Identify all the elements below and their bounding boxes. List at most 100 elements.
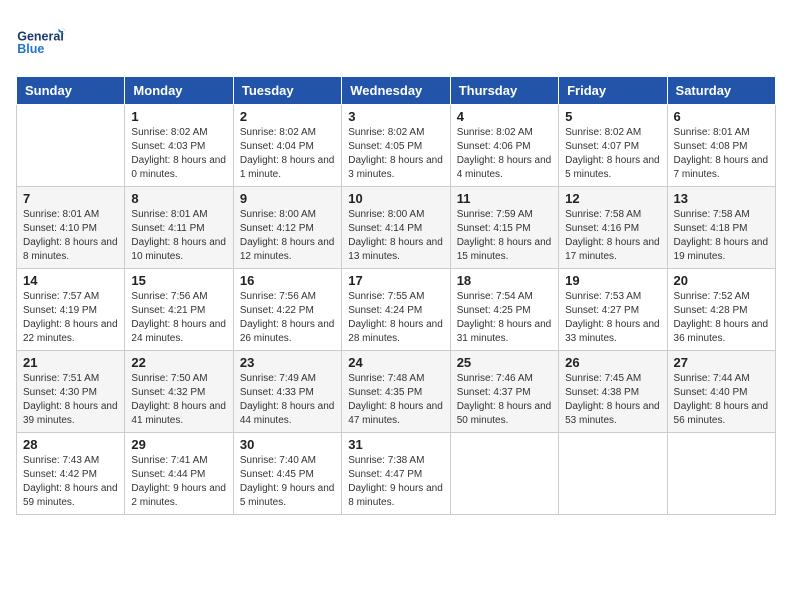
day-number: 28 bbox=[23, 437, 118, 452]
calendar-cell: 31 Sunrise: 7:38 AMSunset: 4:47 PMDaylig… bbox=[342, 433, 450, 515]
day-number: 23 bbox=[240, 355, 335, 370]
calendar-cell: 26 Sunrise: 7:45 AMSunset: 4:38 PMDaylig… bbox=[559, 351, 667, 433]
day-info: Sunrise: 7:52 AMSunset: 4:28 PMDaylight:… bbox=[674, 290, 769, 346]
weekday-header-wednesday: Wednesday bbox=[342, 77, 450, 105]
calendar-cell: 15 Sunrise: 7:56 AMSunset: 4:21 PMDaylig… bbox=[125, 269, 233, 351]
weekday-header-row: SundayMondayTuesdayWednesdayThursdayFrid… bbox=[17, 77, 776, 105]
week-row-4: 21 Sunrise: 7:51 AMSunset: 4:30 PMDaylig… bbox=[17, 351, 776, 433]
calendar-cell: 1 Sunrise: 8:02 AMSunset: 4:03 PMDayligh… bbox=[125, 105, 233, 187]
calendar-cell: 19 Sunrise: 7:53 AMSunset: 4:27 PMDaylig… bbox=[559, 269, 667, 351]
calendar-cell: 3 Sunrise: 8:02 AMSunset: 4:05 PMDayligh… bbox=[342, 105, 450, 187]
day-info: Sunrise: 7:58 AMSunset: 4:18 PMDaylight:… bbox=[674, 208, 769, 264]
day-number: 11 bbox=[457, 191, 552, 206]
day-info: Sunrise: 7:56 AMSunset: 4:21 PMDaylight:… bbox=[131, 290, 226, 346]
day-info: Sunrise: 8:02 AMSunset: 4:06 PMDaylight:… bbox=[457, 126, 552, 182]
day-number: 1 bbox=[131, 109, 226, 124]
day-info: Sunrise: 7:51 AMSunset: 4:30 PMDaylight:… bbox=[23, 372, 118, 428]
calendar-cell: 29 Sunrise: 7:41 AMSunset: 4:44 PMDaylig… bbox=[125, 433, 233, 515]
day-number: 18 bbox=[457, 273, 552, 288]
calendar-cell: 27 Sunrise: 7:44 AMSunset: 4:40 PMDaylig… bbox=[667, 351, 775, 433]
calendar-cell: 17 Sunrise: 7:55 AMSunset: 4:24 PMDaylig… bbox=[342, 269, 450, 351]
day-number: 15 bbox=[131, 273, 226, 288]
calendar-cell: 25 Sunrise: 7:46 AMSunset: 4:37 PMDaylig… bbox=[450, 351, 558, 433]
day-number: 25 bbox=[457, 355, 552, 370]
day-number: 9 bbox=[240, 191, 335, 206]
day-number: 10 bbox=[348, 191, 443, 206]
day-number: 17 bbox=[348, 273, 443, 288]
calendar-cell: 24 Sunrise: 7:48 AMSunset: 4:35 PMDaylig… bbox=[342, 351, 450, 433]
day-number: 29 bbox=[131, 437, 226, 452]
calendar-cell: 9 Sunrise: 8:00 AMSunset: 4:12 PMDayligh… bbox=[233, 187, 341, 269]
day-info: Sunrise: 7:55 AMSunset: 4:24 PMDaylight:… bbox=[348, 290, 443, 346]
weekday-header-tuesday: Tuesday bbox=[233, 77, 341, 105]
day-number: 16 bbox=[240, 273, 335, 288]
day-number: 6 bbox=[674, 109, 769, 124]
week-row-2: 7 Sunrise: 8:01 AMSunset: 4:10 PMDayligh… bbox=[17, 187, 776, 269]
svg-text:Blue: Blue bbox=[17, 42, 44, 56]
calendar-cell: 14 Sunrise: 7:57 AMSunset: 4:19 PMDaylig… bbox=[17, 269, 125, 351]
calendar-cell: 18 Sunrise: 7:54 AMSunset: 4:25 PMDaylig… bbox=[450, 269, 558, 351]
day-number: 19 bbox=[565, 273, 660, 288]
weekday-header-sunday: Sunday bbox=[17, 77, 125, 105]
day-number: 27 bbox=[674, 355, 769, 370]
day-info: Sunrise: 7:40 AMSunset: 4:45 PMDaylight:… bbox=[240, 454, 335, 510]
day-number: 30 bbox=[240, 437, 335, 452]
weekday-header-friday: Friday bbox=[559, 77, 667, 105]
day-number: 22 bbox=[131, 355, 226, 370]
week-row-5: 28 Sunrise: 7:43 AMSunset: 4:42 PMDaylig… bbox=[17, 433, 776, 515]
calendar-cell: 16 Sunrise: 7:56 AMSunset: 4:22 PMDaylig… bbox=[233, 269, 341, 351]
day-info: Sunrise: 7:53 AMSunset: 4:27 PMDaylight:… bbox=[565, 290, 660, 346]
calendar-cell bbox=[667, 433, 775, 515]
calendar-cell: 2 Sunrise: 8:02 AMSunset: 4:04 PMDayligh… bbox=[233, 105, 341, 187]
calendar-cell: 20 Sunrise: 7:52 AMSunset: 4:28 PMDaylig… bbox=[667, 269, 775, 351]
day-info: Sunrise: 8:02 AMSunset: 4:03 PMDaylight:… bbox=[131, 126, 226, 182]
calendar-cell: 4 Sunrise: 8:02 AMSunset: 4:06 PMDayligh… bbox=[450, 105, 558, 187]
calendar-cell: 7 Sunrise: 8:01 AMSunset: 4:10 PMDayligh… bbox=[17, 187, 125, 269]
day-number: 13 bbox=[674, 191, 769, 206]
day-info: Sunrise: 7:49 AMSunset: 4:33 PMDaylight:… bbox=[240, 372, 335, 428]
day-info: Sunrise: 8:02 AMSunset: 4:05 PMDaylight:… bbox=[348, 126, 443, 182]
calendar-cell: 10 Sunrise: 8:00 AMSunset: 4:14 PMDaylig… bbox=[342, 187, 450, 269]
day-number: 20 bbox=[674, 273, 769, 288]
day-number: 2 bbox=[240, 109, 335, 124]
calendar-cell bbox=[17, 105, 125, 187]
calendar-cell: 12 Sunrise: 7:58 AMSunset: 4:16 PMDaylig… bbox=[559, 187, 667, 269]
day-number: 12 bbox=[565, 191, 660, 206]
day-info: Sunrise: 8:00 AMSunset: 4:14 PMDaylight:… bbox=[348, 208, 443, 264]
day-number: 21 bbox=[23, 355, 118, 370]
calendar-cell bbox=[559, 433, 667, 515]
day-number: 14 bbox=[23, 273, 118, 288]
day-info: Sunrise: 8:02 AMSunset: 4:07 PMDaylight:… bbox=[565, 126, 660, 182]
calendar-cell: 23 Sunrise: 7:49 AMSunset: 4:33 PMDaylig… bbox=[233, 351, 341, 433]
day-info: Sunrise: 7:56 AMSunset: 4:22 PMDaylight:… bbox=[240, 290, 335, 346]
day-number: 4 bbox=[457, 109, 552, 124]
day-info: Sunrise: 8:01 AMSunset: 4:08 PMDaylight:… bbox=[674, 126, 769, 182]
day-info: Sunrise: 8:00 AMSunset: 4:12 PMDaylight:… bbox=[240, 208, 335, 264]
calendar-cell: 21 Sunrise: 7:51 AMSunset: 4:30 PMDaylig… bbox=[17, 351, 125, 433]
day-info: Sunrise: 8:01 AMSunset: 4:11 PMDaylight:… bbox=[131, 208, 226, 264]
day-info: Sunrise: 7:48 AMSunset: 4:35 PMDaylight:… bbox=[348, 372, 443, 428]
week-row-1: 1 Sunrise: 8:02 AMSunset: 4:03 PMDayligh… bbox=[17, 105, 776, 187]
logo: General Blue bbox=[16, 16, 66, 66]
day-number: 7 bbox=[23, 191, 118, 206]
week-row-3: 14 Sunrise: 7:57 AMSunset: 4:19 PMDaylig… bbox=[17, 269, 776, 351]
day-number: 31 bbox=[348, 437, 443, 452]
day-info: Sunrise: 7:57 AMSunset: 4:19 PMDaylight:… bbox=[23, 290, 118, 346]
day-info: Sunrise: 7:59 AMSunset: 4:15 PMDaylight:… bbox=[457, 208, 552, 264]
header: General Blue bbox=[16, 16, 776, 66]
day-info: Sunrise: 7:41 AMSunset: 4:44 PMDaylight:… bbox=[131, 454, 226, 510]
calendar-cell: 8 Sunrise: 8:01 AMSunset: 4:11 PMDayligh… bbox=[125, 187, 233, 269]
calendar-cell: 6 Sunrise: 8:01 AMSunset: 4:08 PMDayligh… bbox=[667, 105, 775, 187]
day-info: Sunrise: 7:38 AMSunset: 4:47 PMDaylight:… bbox=[348, 454, 443, 510]
weekday-header-thursday: Thursday bbox=[450, 77, 558, 105]
day-info: Sunrise: 7:43 AMSunset: 4:42 PMDaylight:… bbox=[23, 454, 118, 510]
calendar-cell: 28 Sunrise: 7:43 AMSunset: 4:42 PMDaylig… bbox=[17, 433, 125, 515]
logo-svg: General Blue bbox=[16, 16, 66, 66]
day-info: Sunrise: 7:50 AMSunset: 4:32 PMDaylight:… bbox=[131, 372, 226, 428]
day-info: Sunrise: 7:45 AMSunset: 4:38 PMDaylight:… bbox=[565, 372, 660, 428]
day-info: Sunrise: 8:01 AMSunset: 4:10 PMDaylight:… bbox=[23, 208, 118, 264]
day-number: 8 bbox=[131, 191, 226, 206]
calendar-cell: 11 Sunrise: 7:59 AMSunset: 4:15 PMDaylig… bbox=[450, 187, 558, 269]
day-info: Sunrise: 8:02 AMSunset: 4:04 PMDaylight:… bbox=[240, 126, 335, 182]
day-info: Sunrise: 7:54 AMSunset: 4:25 PMDaylight:… bbox=[457, 290, 552, 346]
